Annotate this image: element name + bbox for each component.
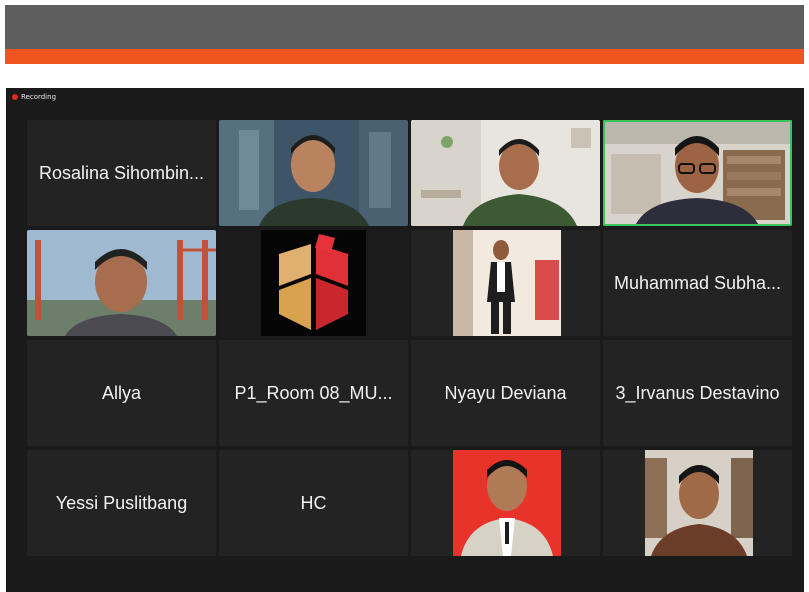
- participant-name: Allya: [101, 382, 141, 403]
- meeting-gallery: Recording Rosalina Sihombin... Muhammad …: [6, 88, 804, 592]
- participant-name: Rosalina Sihombin...: [38, 162, 205, 183]
- participant-video: [27, 230, 216, 336]
- participant-video-tile-active[interactable]: [603, 120, 792, 226]
- participant-name: 3_Irvanus Destavino: [615, 382, 780, 403]
- participant-tile-hc[interactable]: HC: [219, 450, 408, 556]
- participant-tile-room[interactable]: P1_Room 08_MU...: [219, 340, 408, 446]
- recording-indicator: Recording: [12, 93, 56, 101]
- participant-video-tile[interactable]: [219, 120, 408, 226]
- participant-tile-allya[interactable]: Allya: [27, 340, 216, 446]
- participant-name: HC: [300, 492, 327, 513]
- participant-video: [219, 120, 408, 226]
- participant-video-tile[interactable]: [603, 450, 792, 556]
- participant-tile-rosalina[interactable]: Rosalina Sihombin...: [27, 120, 216, 226]
- recording-label: Recording: [21, 93, 57, 101]
- participant-tile-irvanus[interactable]: 3_Irvanus Destavino: [603, 340, 792, 446]
- slide-header-bar: [5, 5, 804, 49]
- participant-video: [603, 120, 792, 226]
- participant-video: [411, 230, 600, 336]
- participant-tile-muhammad[interactable]: Muhammad Subha...: [603, 230, 792, 336]
- participant-name: P1_Room 08_MU...: [234, 382, 393, 403]
- participant-logo-tile[interactable]: [219, 230, 408, 336]
- party-logo-image: [219, 230, 408, 336]
- participant-name: Nyayu Deviana: [444, 382, 567, 403]
- recording-dot-icon: [12, 94, 18, 100]
- participant-photo: [411, 450, 600, 556]
- participant-video-tile[interactable]: [411, 230, 600, 336]
- participant-video: [603, 450, 792, 556]
- participant-video-tile[interactable]: [411, 120, 600, 226]
- participant-tile-yessi[interactable]: Yessi Puslitbang: [27, 450, 216, 556]
- participant-video-tile[interactable]: [27, 230, 216, 336]
- participant-name: Yessi Puslitbang: [55, 492, 188, 513]
- participant-tile-nyayu[interactable]: Nyayu Deviana: [411, 340, 600, 446]
- participant-name: Muhammad Subha...: [613, 272, 782, 293]
- slide-accent-bar: [5, 49, 804, 64]
- participant-photo-tile[interactable]: [411, 450, 600, 556]
- participant-video: [411, 120, 600, 226]
